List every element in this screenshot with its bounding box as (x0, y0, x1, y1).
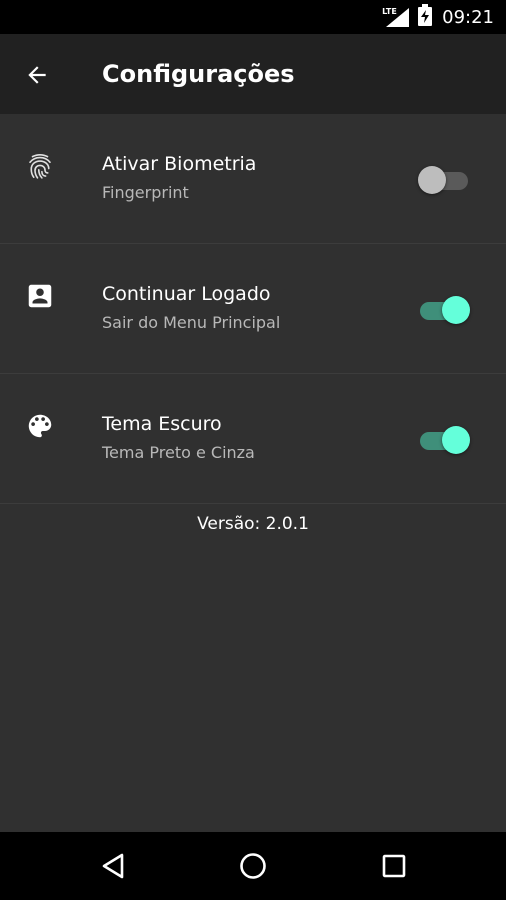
signal-icon: LTE (382, 6, 410, 28)
setting-subtitle: Tema Preto e Cinza (102, 443, 255, 462)
setting-subtitle: Sair do Menu Principal (102, 313, 281, 332)
fingerprint-icon (24, 150, 56, 182)
setting-title: Tema Escuro (102, 413, 222, 435)
continuar-logado-toggle[interactable] (418, 294, 470, 324)
nav-home-button[interactable] (236, 849, 270, 883)
back-button[interactable] (22, 60, 52, 90)
home-circle-icon (240, 853, 266, 879)
navigation-bar (0, 832, 506, 900)
tema-escuro-toggle[interactable] (418, 424, 470, 454)
recents-square-icon (382, 854, 406, 878)
version-label: Versão: 2.0.1 (197, 514, 309, 534)
setting-row-biometria[interactable]: Ativar Biometria Fingerprint (0, 114, 506, 244)
setting-row-continuar-logado[interactable]: Continuar Logado Sair do Menu Principal (0, 244, 506, 374)
setting-title: Ativar Biometria (102, 153, 257, 175)
nav-recents-button[interactable] (377, 849, 411, 883)
nav-back-button[interactable] (96, 849, 130, 883)
settings-screen: LTE 09:21 Configurações Ativar Biometria… (0, 0, 506, 900)
toggle-thumb (418, 166, 446, 194)
setting-title: Continuar Logado (102, 283, 271, 305)
palette-icon (24, 410, 56, 442)
status-time: 09:21 (442, 6, 494, 28)
toggle-thumb (442, 296, 470, 324)
page-title: Configurações (102, 60, 295, 88)
back-triangle-icon (102, 853, 124, 879)
setting-subtitle: Fingerprint (102, 183, 189, 202)
status-bar: LTE 09:21 (0, 0, 506, 34)
status-icons: LTE 09:21 (382, 0, 494, 34)
biometria-toggle[interactable] (418, 164, 470, 194)
setting-row-tema-escuro[interactable]: Tema Escuro Tema Preto e Cinza (0, 374, 506, 504)
arrow-back-icon (28, 66, 46, 84)
account-box-icon (24, 280, 56, 312)
battery-charging-icon (418, 4, 433, 30)
app-bar: Configurações (0, 34, 506, 114)
toggle-thumb (442, 426, 470, 454)
settings-list: Ativar Biometria Fingerprint Continuar L… (0, 114, 506, 504)
